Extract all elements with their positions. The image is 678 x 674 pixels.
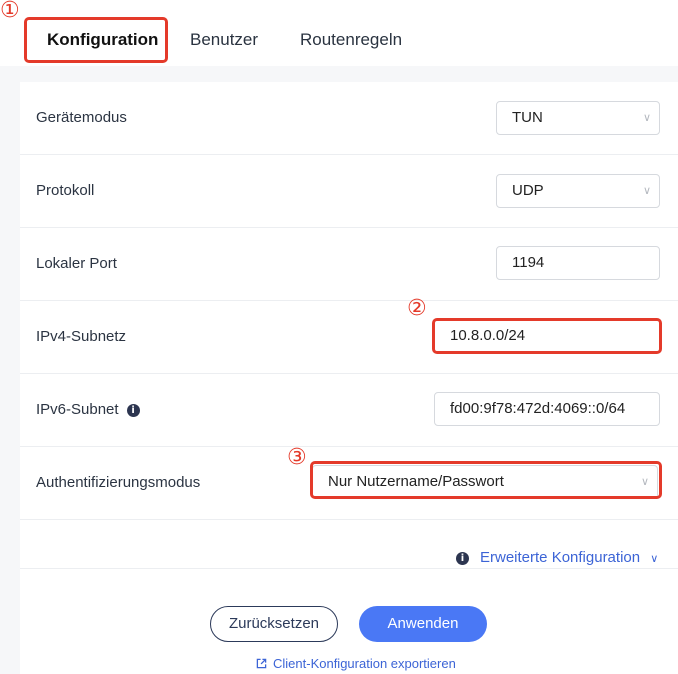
device-mode-select[interactable]: TUN ∨ — [496, 101, 660, 135]
info-icon: i — [456, 551, 469, 565]
auth-mode-label: Authentifizierungsmodus — [36, 474, 201, 491]
content-panel: Gerätemodus TUN ∨ Protokoll UDP ∨ Lokale… — [0, 66, 678, 674]
highlight-box-ipv4 — [432, 318, 662, 354]
reset-button[interactable]: Zurücksetzen — [210, 606, 338, 642]
device-mode-label: Gerätemodus — [36, 109, 127, 126]
tab-routenregeln[interactable]: Routenregeln — [300, 0, 402, 66]
local-port-input[interactable]: 1194 — [496, 246, 660, 280]
info-icon[interactable]: i — [126, 403, 140, 417]
chevron-down-icon: ∨ — [650, 552, 659, 565]
external-link-icon — [256, 658, 267, 669]
ipv4-subnet-label: IPv4-Subnetz — [36, 328, 127, 345]
local-port-label: Lokaler Port — [36, 255, 117, 272]
ipv6-subnet-input[interactable]: fd00:9f78:472d:4069::0/64 — [434, 392, 660, 426]
protocol-label: Protokoll — [36, 182, 95, 199]
ipv6-subnet-value: fd00:9f78:472d:4069::0/64 — [450, 400, 626, 417]
annotation-marker-2: ② — [407, 296, 427, 321]
export-client-config-label: Client-Konfiguration exportieren — [273, 656, 456, 671]
chevron-down-icon: ∨ — [642, 184, 651, 197]
ipv6-subnet-label-wrap: IPv6-Subnet i — [36, 374, 140, 446]
row-local-port: Lokaler Port 1194 — [20, 228, 678, 301]
chevron-down-icon: ∨ — [642, 111, 651, 124]
device-mode-value: TUN — [512, 109, 543, 126]
annotation-marker-1: ① — [0, 0, 20, 23]
protocol-value: UDP — [512, 182, 544, 199]
ipv6-subnet-label: IPv6-Subnet — [36, 401, 119, 418]
apply-button[interactable]: Anwenden — [359, 606, 487, 642]
config-card: Gerätemodus TUN ∨ Protokoll UDP ∨ Lokale… — [20, 82, 678, 674]
highlight-box-auth — [310, 461, 662, 499]
annotation-marker-3: ③ — [287, 445, 307, 470]
advanced-config-label: Erweiterte Konfiguration — [480, 549, 641, 566]
row-protocol: Protokoll UDP ∨ — [20, 155, 678, 228]
row-ipv6-subnet: IPv6-Subnet i fd00:9f78:472d:4069::0/64 — [20, 374, 678, 447]
protocol-select[interactable]: UDP ∨ — [496, 174, 660, 208]
highlight-box-tab — [24, 17, 168, 63]
export-client-config-link[interactable]: Client-Konfiguration exportieren — [256, 654, 456, 674]
row-device-mode: Gerätemodus TUN ∨ — [20, 82, 678, 155]
local-port-value: 1194 — [512, 254, 545, 271]
advanced-config-toggle[interactable]: i Erweiterte Konfiguration ∨ — [456, 538, 658, 578]
tab-benutzer[interactable]: Benutzer — [190, 0, 258, 66]
